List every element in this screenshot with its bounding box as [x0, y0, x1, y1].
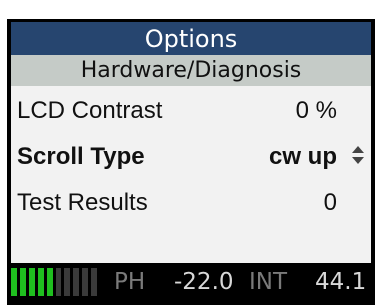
- ph-label: PH: [114, 269, 146, 295]
- battery-cell: [82, 268, 89, 296]
- battery-cell: [91, 268, 98, 296]
- menu-item-label: LCD Contrast: [17, 97, 163, 124]
- options-title-bar: Options: [11, 22, 371, 55]
- battery-cell: [37, 268, 44, 296]
- up-down-arrows-icon[interactable]: [351, 146, 365, 168]
- page-title: Options: [144, 24, 238, 53]
- menu-item-label: Test Results: [17, 189, 148, 216]
- battery-level-icon: [11, 268, 98, 296]
- menu-item-scroll-type[interactable]: Scroll Type cw up: [11, 134, 371, 180]
- battery-cell: [46, 268, 53, 296]
- menu-item-test-results[interactable]: Test Results 0: [11, 180, 371, 226]
- battery-cell: [64, 268, 71, 296]
- lcd-screen: Options Hardware/Diagnosis LCD Contrast …: [11, 22, 371, 263]
- arrow-up-icon: [352, 146, 364, 153]
- section-title: Hardware/Diagnosis: [80, 58, 302, 83]
- arrow-down-icon: [352, 157, 364, 164]
- int-value: 44.1: [315, 269, 367, 295]
- battery-cell: [28, 268, 35, 296]
- menu-item-value: 0 %: [295, 97, 337, 124]
- int-label: INT: [249, 269, 288, 295]
- battery-cell: [11, 268, 17, 296]
- status-bar: PH -22.0 INT 44.1: [11, 266, 371, 298]
- menu-item-lcd-contrast[interactable]: LCD Contrast 0 %: [11, 88, 371, 134]
- ph-value: -22.0: [174, 269, 234, 295]
- battery-cell: [73, 268, 80, 296]
- device-display: Options Hardware/Diagnosis LCD Contrast …: [0, 0, 384, 307]
- menu-item-value: cw up: [268, 143, 337, 170]
- battery-cell: [19, 268, 26, 296]
- battery-cell: [55, 268, 62, 296]
- section-header: Hardware/Diagnosis: [11, 55, 371, 86]
- menu-item-value: 0: [323, 189, 337, 216]
- menu-item-label: Scroll Type: [17, 143, 145, 170]
